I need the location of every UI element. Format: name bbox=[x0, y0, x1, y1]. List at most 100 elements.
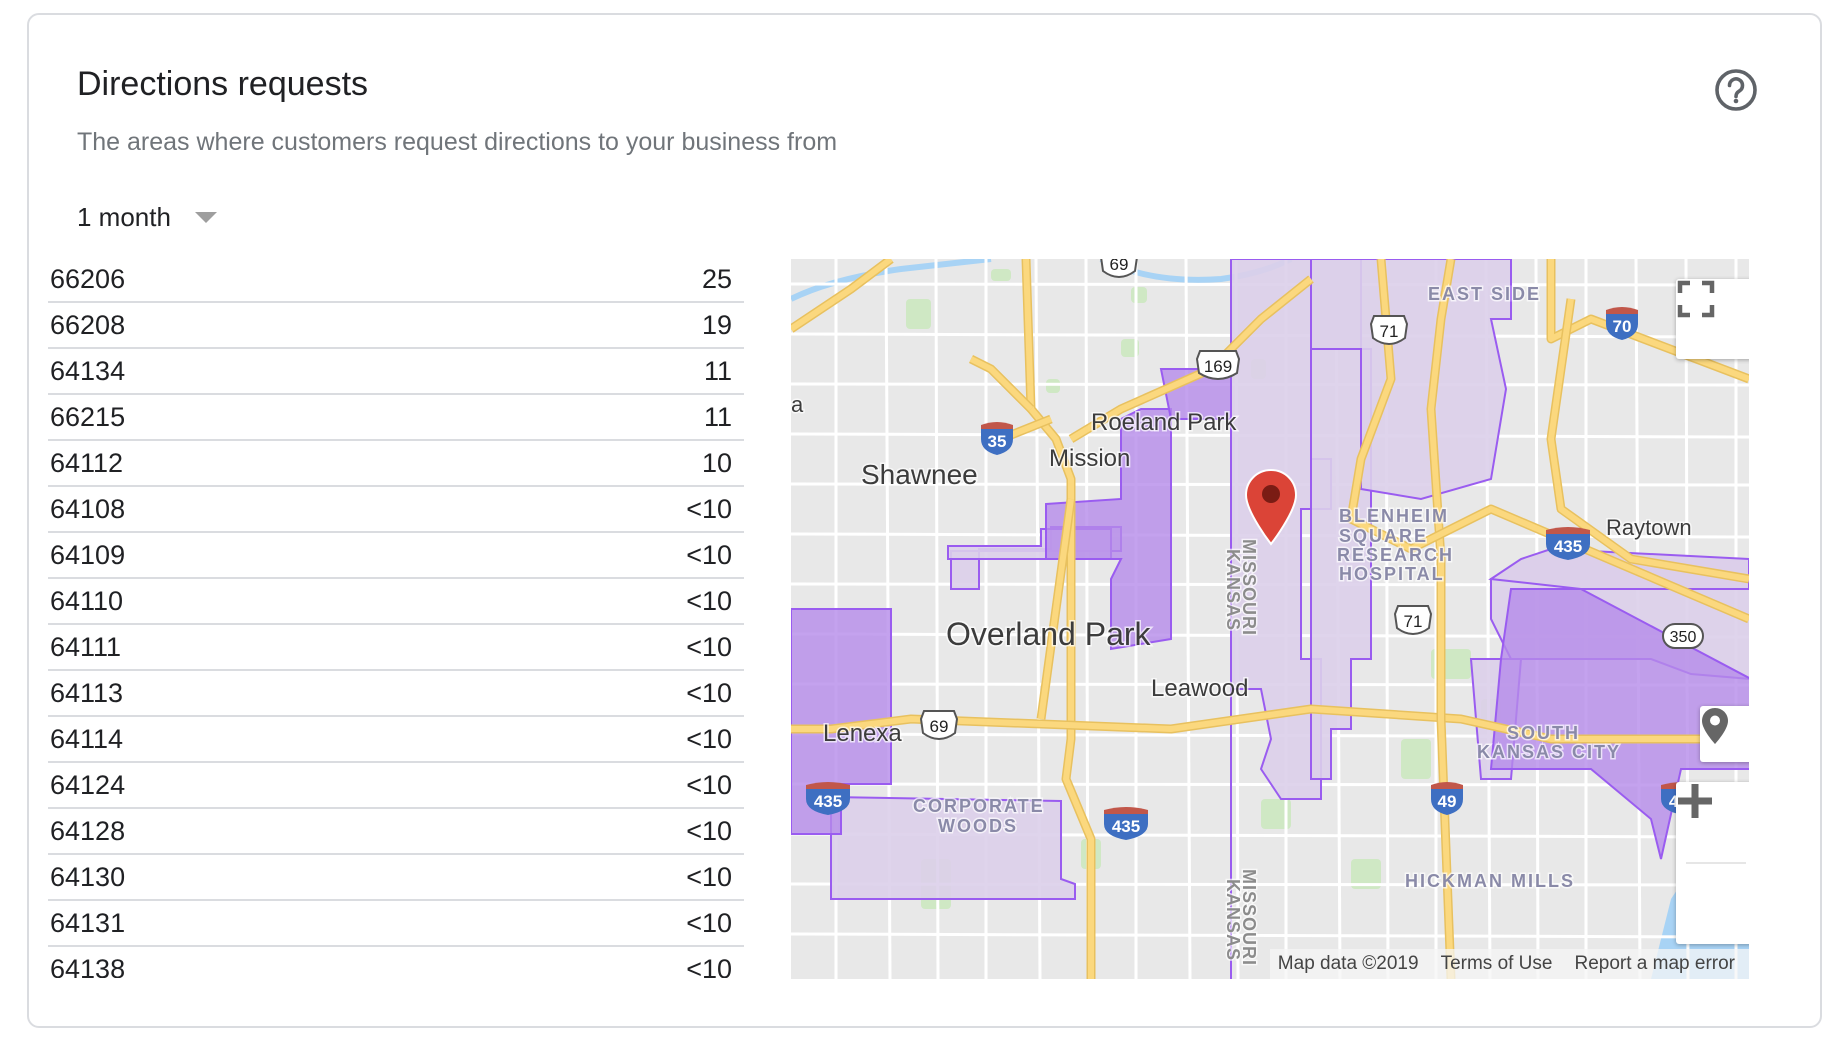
map-view[interactable]: 35435435435704947069691697171350ShawneeM… bbox=[791, 259, 1749, 979]
request-count: <10 bbox=[686, 907, 732, 938]
zip-row[interactable]: 64130 <10 bbox=[48, 855, 744, 901]
zip-row[interactable]: 64114 <10 bbox=[48, 717, 744, 763]
pin-dot bbox=[1262, 485, 1280, 503]
place-label: KANSAS CITY bbox=[1477, 742, 1621, 762]
zip-code: 66215 bbox=[50, 401, 126, 432]
zip-row[interactable]: 64109 <10 bbox=[48, 533, 744, 579]
park-area bbox=[1401, 739, 1431, 779]
shield-number: 435 bbox=[814, 792, 842, 811]
zip-code: 64131 bbox=[50, 907, 126, 938]
zip-row[interactable]: 64138 <10 bbox=[48, 947, 744, 979]
place-label: RESEARCH bbox=[1337, 545, 1454, 565]
map-pin-icon bbox=[1702, 708, 1728, 744]
zip-code: 64108 bbox=[50, 493, 126, 524]
park-area bbox=[1131, 287, 1147, 303]
place-label: Shawnee bbox=[861, 459, 978, 490]
place-label: MISSOURI bbox=[1239, 539, 1259, 636]
time-range-label: 1 month bbox=[77, 202, 171, 232]
zip-row[interactable]: 66215 11 bbox=[48, 395, 744, 441]
minus-icon bbox=[1678, 797, 1712, 805]
map-attribution: Map data ©2019 Terms of Use Report a map… bbox=[1269, 949, 1749, 979]
place-label: Overland Park bbox=[946, 616, 1152, 652]
zip-row[interactable]: 64124 <10 bbox=[48, 763, 744, 809]
zip-row[interactable]: 64128 <10 bbox=[48, 809, 744, 855]
place-label: WOODS bbox=[938, 816, 1018, 836]
place-label: CORPORATE bbox=[913, 796, 1045, 816]
caret-down-icon bbox=[194, 212, 217, 223]
place-label: a bbox=[791, 392, 804, 417]
map-canvas[interactable]: 35435435435704947069691697171350ShawneeM… bbox=[791, 259, 1749, 979]
request-count: 10 bbox=[701, 447, 732, 478]
zip-row[interactable]: 64113 <10 bbox=[48, 671, 744, 717]
place-label: HOSPITAL bbox=[1339, 564, 1445, 584]
zip-row[interactable]: 66206 25 bbox=[48, 257, 744, 303]
place-label: BLENHEIM bbox=[1339, 506, 1449, 526]
shield-number: 35 bbox=[988, 432, 1007, 451]
fullscreen-icon bbox=[1677, 280, 1715, 318]
help-circle-icon bbox=[1715, 69, 1757, 111]
zip-row[interactable]: 64108 <10 bbox=[48, 487, 744, 533]
card-title: Directions requests bbox=[77, 65, 369, 103]
help-button[interactable] bbox=[1713, 67, 1759, 113]
zip-code: 66206 bbox=[50, 263, 126, 294]
zip-row[interactable]: 64131 <10 bbox=[48, 901, 744, 947]
zip-code: 64130 bbox=[50, 861, 126, 892]
time-range-dropdown[interactable]: 1 month bbox=[77, 202, 217, 233]
request-count: 11 bbox=[703, 355, 732, 386]
report-map-error-link[interactable]: Report a map error bbox=[1574, 953, 1735, 975]
zip-code: 64128 bbox=[50, 815, 126, 846]
request-count: 11 bbox=[703, 401, 732, 432]
place-label: Lenexa bbox=[823, 720, 902, 747]
place-label: EAST SIDE bbox=[1428, 284, 1541, 304]
zip-code: 64114 bbox=[50, 723, 124, 754]
zip-row[interactable]: 64134 11 bbox=[48, 349, 744, 395]
terms-of-use-link[interactable]: Terms of Use bbox=[1441, 953, 1553, 975]
zip-code-list[interactable]: 66206 25 66208 19 64134 11 66215 11 64112 10 64108… bbox=[48, 257, 744, 978]
location-button[interactable] bbox=[1700, 706, 1749, 762]
request-count: <10 bbox=[686, 723, 732, 754]
shield-number: 169 bbox=[1204, 357, 1232, 376]
park-area bbox=[1046, 379, 1060, 393]
request-count: <10 bbox=[686, 677, 732, 708]
zip-code: 64109 bbox=[50, 539, 126, 570]
request-count: <10 bbox=[686, 861, 732, 892]
us-route-shield: 69 bbox=[919, 710, 959, 740]
card-subtitle: The areas where customers request direct… bbox=[77, 128, 838, 156]
request-count: <10 bbox=[686, 631, 732, 662]
request-count: 19 bbox=[701, 309, 732, 340]
place-label: SOUTH bbox=[1507, 723, 1580, 743]
map-data-credit: Map data ©2019 bbox=[1277, 953, 1419, 974]
request-count: 25 bbox=[701, 263, 732, 294]
zoom-out-button[interactable] bbox=[1676, 797, 1749, 944]
us-route-shield: 71 bbox=[1393, 605, 1433, 635]
request-count: <10 bbox=[686, 585, 732, 616]
shield-number: 69 bbox=[1110, 259, 1129, 274]
request-count: <10 bbox=[686, 953, 732, 979]
place-label: Raytown bbox=[1606, 515, 1692, 540]
place-label: Roeland Park bbox=[1091, 409, 1237, 436]
fullscreen-button[interactable] bbox=[1676, 279, 1749, 359]
us-route-shield: 71 bbox=[1369, 315, 1409, 345]
zip-code: 64134 bbox=[50, 355, 126, 386]
zip-code: 64113 bbox=[50, 677, 124, 708]
place-label: HICKMAN MILLS bbox=[1405, 871, 1575, 891]
zip-row[interactable]: 64110 <10 bbox=[48, 579, 744, 625]
shield-number: 435 bbox=[1112, 817, 1140, 836]
zoom-control bbox=[1676, 782, 1749, 944]
zip-row[interactable]: 66208 19 bbox=[48, 303, 744, 349]
place-label: Mission bbox=[1049, 445, 1130, 472]
zip-code: 64124 bbox=[50, 769, 126, 800]
zip-code: 64110 bbox=[50, 585, 124, 616]
request-count: <10 bbox=[686, 815, 732, 846]
place-label: MISSOURI bbox=[1239, 869, 1259, 966]
us-route-shield: 69 bbox=[1100, 259, 1138, 278]
shield-number: 49 bbox=[1438, 792, 1457, 811]
zip-code: 64111 bbox=[50, 631, 122, 662]
request-count: <10 bbox=[686, 493, 732, 524]
park-area bbox=[991, 269, 1011, 281]
state-route-shield: 350 bbox=[1662, 623, 1704, 649]
shield-number: 350 bbox=[1670, 629, 1697, 646]
zip-row[interactable]: 64111 <10 bbox=[48, 625, 744, 671]
place-label: SQUARE bbox=[1339, 526, 1428, 546]
zip-row[interactable]: 64112 10 bbox=[48, 441, 744, 487]
